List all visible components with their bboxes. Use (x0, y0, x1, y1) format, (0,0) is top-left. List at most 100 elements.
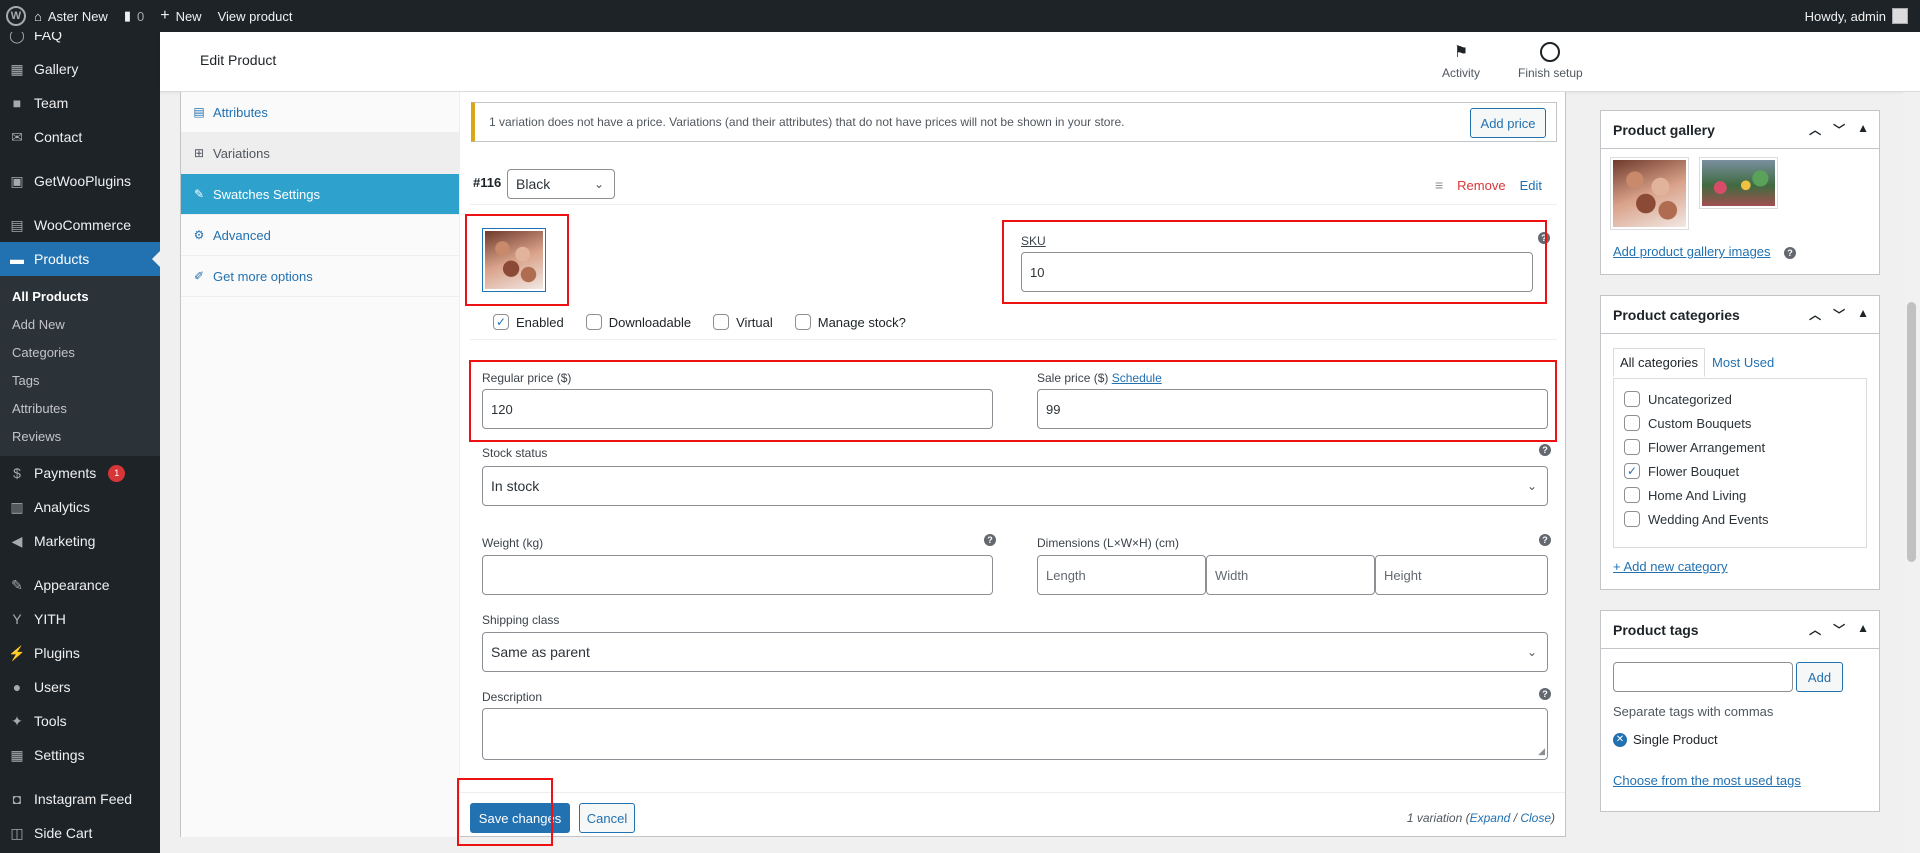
category-item[interactable]: Uncategorized (1624, 387, 1856, 411)
tab-attributes[interactable]: ▤ Attributes (181, 92, 459, 133)
resize-handle-icon[interactable]: ◢ (1538, 746, 1545, 757)
sidebar-item-getwooplugins[interactable]: ▣ GetWooPlugins (0, 164, 160, 198)
sidebar-item-plugins[interactable]: ⚡ Plugins (0, 636, 160, 670)
add-price-button[interactable]: Add price (1470, 108, 1546, 138)
chevron-up-icon[interactable]: ︿ (1809, 621, 1821, 638)
category-item[interactable]: ✓ Flower Bouquet (1624, 459, 1856, 483)
submenu-add-new[interactable]: Add New (0, 310, 160, 338)
tag-input[interactable] (1613, 662, 1793, 692)
account-menu[interactable]: Howdy, admin (1805, 8, 1920, 24)
tab-get-more-options[interactable]: ✐ Get more options (181, 256, 459, 297)
chevron-up-icon[interactable]: ︿ (1809, 121, 1821, 138)
sidebar-item-users[interactable]: ● Users (0, 670, 160, 704)
sidebar-item-label: Settings (34, 747, 85, 763)
downloadable-checkbox[interactable]: Downloadable (585, 314, 691, 330)
schedule-link[interactable]: Schedule (1112, 371, 1162, 385)
sidebar-item-woocommerce[interactable]: ▤ WooCommerce (0, 208, 160, 242)
category-item[interactable]: Wedding And Events (1624, 507, 1856, 531)
height-input[interactable]: Height (1375, 555, 1548, 595)
submenu-reviews[interactable]: Reviews (0, 422, 160, 450)
sidebar-item-products[interactable]: ▬ Products (0, 242, 160, 276)
category-item[interactable]: Custom Bouquets (1624, 411, 1856, 435)
tab-most-used[interactable]: Most Used (1705, 348, 1781, 377)
comments-link[interactable]: ▮ 0 (116, 0, 152, 32)
wordpress-logo-icon[interactable]: W (6, 6, 26, 26)
help-icon[interactable]: ? (1538, 232, 1550, 244)
enabled-checkbox[interactable]: ✓ Enabled (493, 314, 564, 330)
sidebar-item-marketing[interactable]: ◀ Marketing (0, 524, 160, 558)
length-input[interactable]: Length (1037, 555, 1206, 595)
variation-header[interactable]: #116 Black ⌄ ≡ Remove Edit (460, 160, 1565, 204)
help-icon[interactable]: ? (1784, 247, 1796, 259)
shipping-class-select[interactable]: Same as parent ⌄ (482, 632, 1548, 672)
help-icon[interactable]: ? (1539, 444, 1551, 456)
sidebar-item-appearance[interactable]: ✎ Appearance (0, 568, 160, 602)
toggle-panel-icon[interactable]: ▲ (1857, 621, 1869, 638)
regular-price-input[interactable]: 120 (482, 389, 993, 429)
sidebar-item-analytics[interactable]: ▥ Analytics (0, 490, 160, 524)
choose-most-used-tags-link[interactable]: Choose from the most used tags (1613, 773, 1801, 788)
gallery-image-1[interactable] (1610, 157, 1689, 230)
sidebar-item-yith[interactable]: Y YITH (0, 602, 160, 636)
sidebar-item-label: Plugins (34, 645, 80, 661)
drag-handle-icon[interactable]: ≡ (1435, 177, 1443, 193)
close-link[interactable]: Close (1520, 811, 1551, 825)
help-icon[interactable]: ? (1539, 688, 1551, 700)
remove-variation-link[interactable]: Remove (1457, 178, 1505, 193)
chevron-down-icon[interactable]: ﹀ (1833, 621, 1845, 638)
width-input[interactable]: Width (1206, 555, 1375, 595)
virtual-checkbox[interactable]: Virtual (713, 314, 773, 330)
chevron-up-icon[interactable]: ︿ (1809, 306, 1821, 323)
sidebar-item-gallery[interactable]: ▦ Gallery (0, 52, 160, 86)
stock-status-select[interactable]: In stock ⌄ (482, 466, 1548, 506)
add-gallery-images-link[interactable]: Add product gallery images (1613, 244, 1771, 259)
tab-variations[interactable]: ⊞ Variations (181, 133, 459, 174)
sidebar-item-instagram-feed[interactable]: ◘ Instagram Feed (0, 782, 160, 816)
help-icon[interactable]: ? (1539, 534, 1551, 546)
scrollbar-thumb[interactable] (1907, 302, 1916, 562)
add-tag-button[interactable]: Add (1796, 662, 1843, 692)
chevron-down-icon[interactable]: ﹀ (1833, 306, 1845, 323)
site-name-link[interactable]: ⌂ Aster New (26, 0, 116, 32)
gallery-image-2[interactable] (1699, 157, 1778, 209)
help-icon[interactable]: ? (984, 534, 996, 546)
sidebar-item-tools[interactable]: ✦ Tools (0, 704, 160, 738)
toggle-panel-icon[interactable]: ▲ (1857, 306, 1869, 323)
manage-stock-checkbox[interactable]: Manage stock? (794, 314, 906, 330)
home-icon: ⌂ (34, 8, 42, 24)
category-item[interactable]: Home And Living (1624, 483, 1856, 507)
category-item[interactable]: Flower Arrangement (1624, 435, 1856, 459)
activity-button[interactable]: ⚑ Activity (1442, 42, 1480, 80)
submenu-categories[interactable]: Categories (0, 338, 160, 366)
sidebar-item-contact[interactable]: ✉ Contact (0, 120, 160, 154)
new-content-link[interactable]: + New (152, 0, 209, 32)
submenu-all-products[interactable]: All Products (0, 282, 160, 310)
sidebar-item-team[interactable]: ■ Team (0, 86, 160, 120)
finish-setup-button[interactable]: Finish setup (1518, 42, 1583, 80)
tab-all-categories[interactable]: All categories (1613, 348, 1706, 377)
toggle-panel-icon[interactable]: ▲ (1857, 121, 1869, 138)
description-textarea[interactable]: ◢ (482, 708, 1548, 760)
cancel-button[interactable]: Cancel (579, 803, 635, 833)
edit-variation-link[interactable]: Edit (1520, 178, 1542, 193)
submenu-tags[interactable]: Tags (0, 366, 160, 394)
remove-tag-icon[interactable]: ✕ (1613, 732, 1627, 747)
submenu-attributes[interactable]: Attributes (0, 394, 160, 422)
sidebar-item-payments[interactable]: $ Payments 1 (0, 456, 160, 490)
sidebar-item-side-cart[interactable]: ◫ Side Cart (0, 816, 160, 850)
weight-input[interactable] (482, 555, 993, 595)
tab-advanced[interactable]: ⚙ Advanced (181, 215, 459, 256)
page-scrollbar[interactable] (1903, 92, 1920, 853)
tab-swatches-settings[interactable]: ✎ Swatches Settings (181, 174, 459, 215)
variation-color-select[interactable]: Black ⌄ (507, 169, 615, 199)
expand-link[interactable]: Expand (1470, 811, 1511, 825)
sku-input[interactable]: 10 (1021, 252, 1533, 292)
save-changes-button[interactable]: Save changes (470, 803, 570, 833)
sidebar-item-settings[interactable]: ▦ Settings (0, 738, 160, 772)
add-new-category-link[interactable]: + Add new category (1613, 559, 1728, 574)
view-product-link[interactable]: View product (210, 0, 301, 32)
chevron-down-icon[interactable]: ﹀ (1833, 121, 1845, 138)
sidebar-item-faq[interactable]: ◯ FAQ (0, 32, 160, 52)
variation-image[interactable] (482, 228, 546, 292)
sale-price-input[interactable]: 99 (1037, 389, 1548, 429)
